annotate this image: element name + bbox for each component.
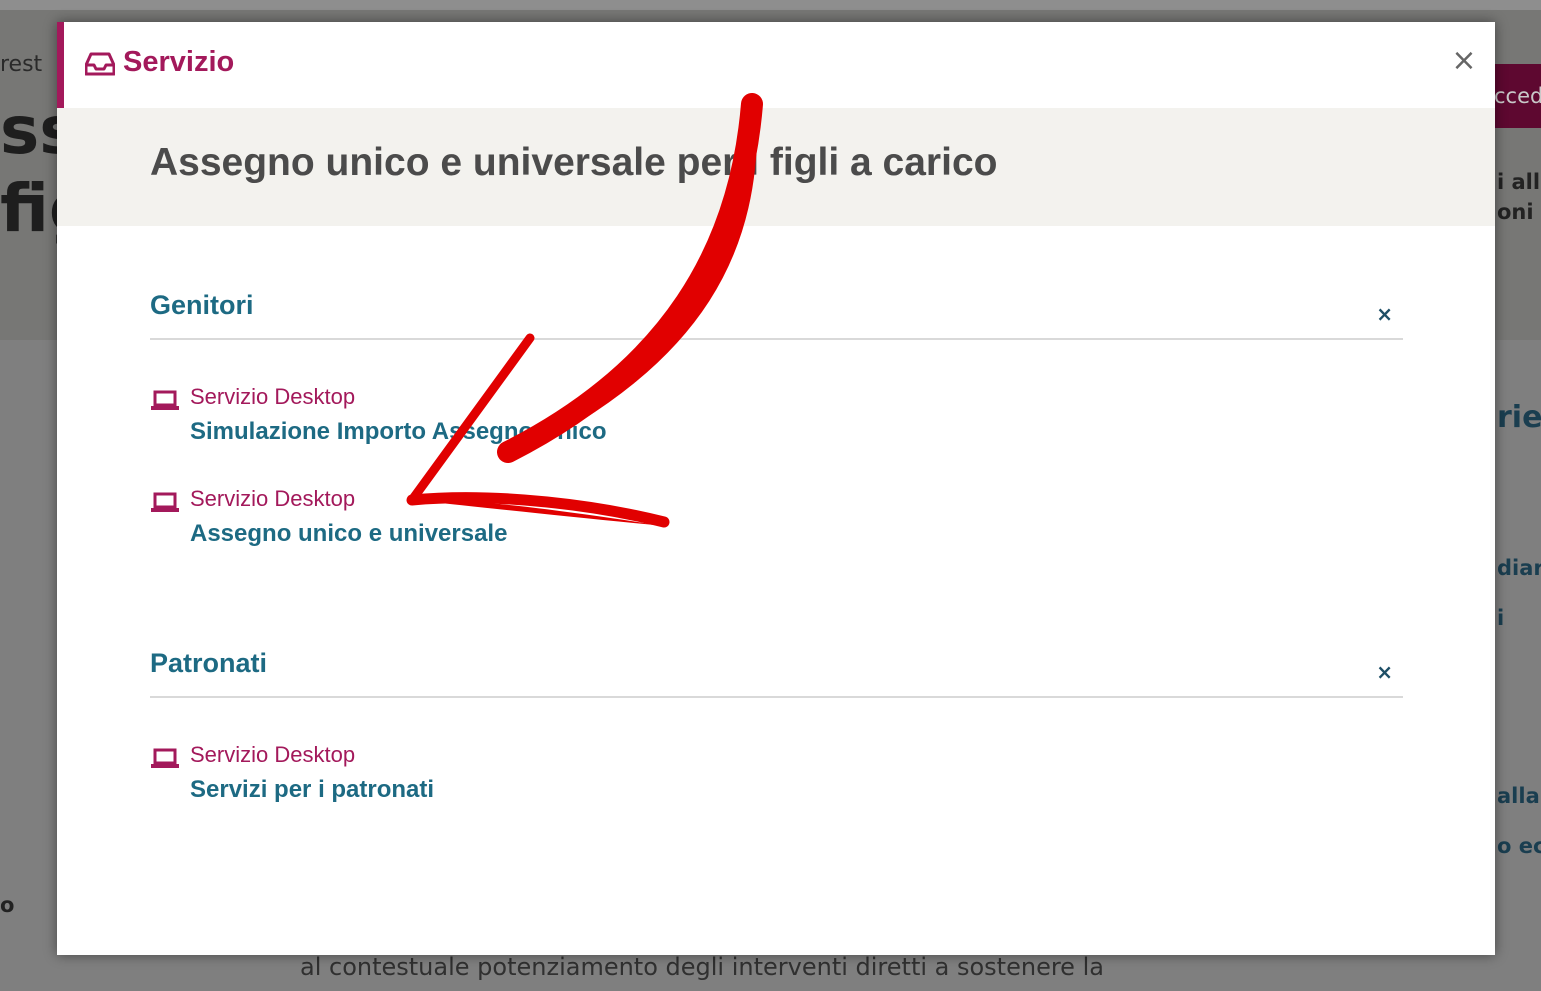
section-genitori: Genitori × Servizio Desktop Simulazione … [150, 284, 1403, 584]
header-accent-bar [57, 22, 64, 108]
background-body-text: al contestuale potenziamento degli inter… [300, 953, 1104, 981]
service-link-assegno-unico[interactable]: Assegno unico e universale [190, 520, 507, 548]
service-type-label: Servizio Desktop [190, 384, 356, 409]
background-access-button: cced [1488, 64, 1541, 128]
service-type-label: Servizio Desktop [190, 486, 356, 511]
service-type-label: Servizio Desktop [190, 742, 356, 767]
collapse-toggle-icon[interactable]: × [1376, 302, 1393, 326]
modal-header: Servizio × [57, 22, 1495, 108]
collapse-toggle-icon[interactable]: × [1376, 660, 1393, 684]
section-title: Patronati [150, 648, 268, 678]
service-modal: Servizio × Assegno unico e universale pe… [57, 22, 1495, 955]
service-banner: Assegno unico e universale per i figli a… [57, 108, 1495, 226]
service-title: Assegno unico e universale per i figli a… [150, 141, 998, 184]
inbox-icon [84, 52, 116, 80]
background-text-right-3: rie [1497, 400, 1541, 435]
laptop-icon [150, 748, 180, 774]
background-top-strip [0, 0, 1541, 10]
section-patronati: Patronati × Servizio Desktop Servizi per… [150, 642, 1403, 842]
modal-title: Servizio [123, 46, 235, 78]
laptop-icon [150, 390, 180, 416]
background-text-right-4: diari [1497, 556, 1541, 580]
section-header[interactable]: Patronati × [150, 642, 1403, 698]
section-title: Genitori [150, 290, 254, 320]
service-link-patronati[interactable]: Servizi per i patronati [190, 776, 434, 804]
background-text-right-6: alla [1497, 784, 1540, 808]
service-link-simulazione[interactable]: Simulazione Importo Assegno Unico [190, 418, 606, 446]
section-header[interactable]: Genitori × [150, 284, 1403, 340]
close-button[interactable]: × [1447, 44, 1481, 78]
background-text-right-1: i all [1497, 170, 1541, 194]
background-breadcrumb: rest [0, 52, 43, 77]
laptop-icon [150, 492, 180, 518]
background-text-left: o [0, 893, 15, 917]
background-text-right-7: o ec [1497, 834, 1541, 858]
background-text-right-5: i [1497, 606, 1505, 630]
background-text-right-2: oni [1497, 200, 1534, 224]
